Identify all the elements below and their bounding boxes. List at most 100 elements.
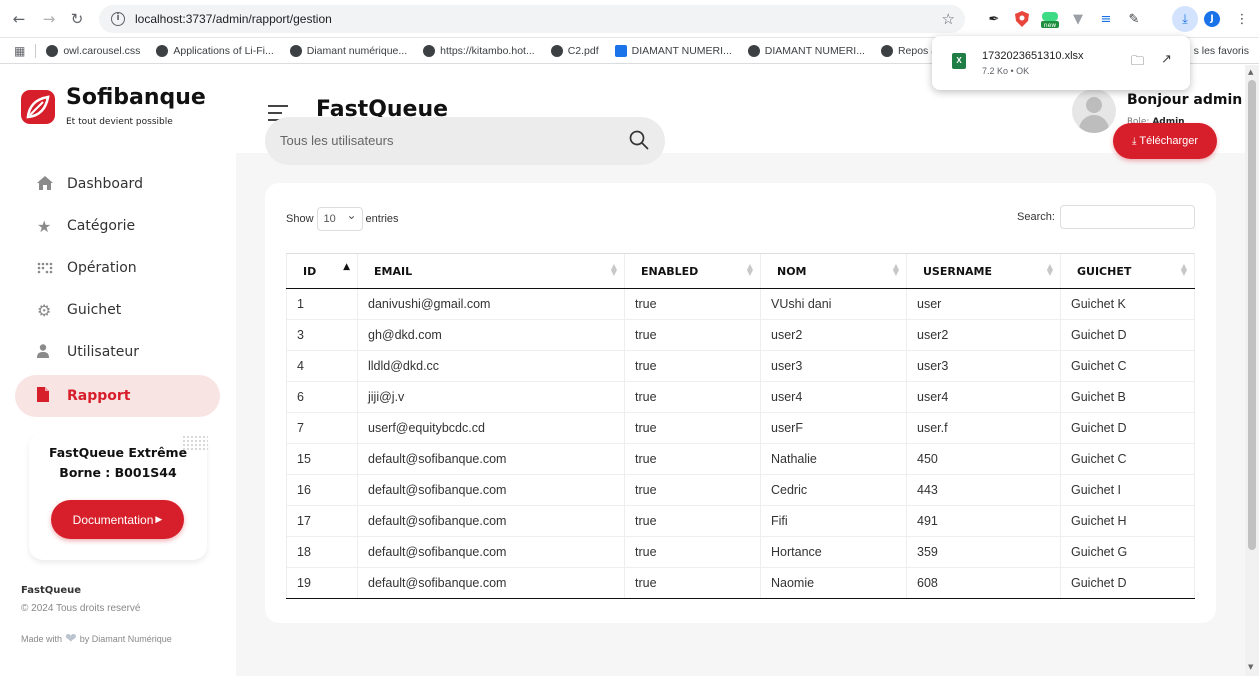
sidebar-item-guichet[interactable]: ⚙ Guichet — [15, 289, 220, 331]
table-cell-email: userf@equitybcdc.cd — [357, 412, 625, 444]
documentation-button[interactable]: Documentation ▶ — [51, 500, 184, 539]
shield-extension-icon[interactable] — [1012, 9, 1032, 29]
sidebar: Sofibanque Et tout devient possible Dash… — [0, 65, 236, 676]
table-cell-guichet: Guichet G — [1060, 536, 1195, 568]
table-row[interactable]: 1 danivushi@gmail.com true VUshi dani user Gu… — [286, 288, 1195, 320]
table-cell-nom: Cedric — [760, 474, 907, 506]
sidebar-item-label: Dashboard — [67, 176, 143, 192]
device-info-card: FastQueue Extrême Borne : B001S44 Docume… — [29, 433, 208, 560]
user-search-input[interactable]: Tous les utilisateurs — [265, 117, 665, 165]
bookmark-label: owl.carousel.css — [63, 44, 141, 57]
sofibanque-logo-icon[interactable] — [21, 90, 55, 124]
column-header-id[interactable]: ID ▲ — [286, 253, 358, 289]
sidebar-item-rapport[interactable]: Rapport — [15, 375, 220, 417]
sidebar-item-label: Catégorie — [67, 218, 136, 234]
address-bar[interactable]: i localhost:3737/admin/rapport/gestion ☆ — [99, 5, 965, 33]
table-cell-guichet: Guichet D — [1060, 567, 1195, 599]
table-cell-guichet: Guichet K — [1060, 288, 1195, 320]
bookmark-item[interactable]: Applications of Li-Fi... — [156, 44, 274, 57]
table-cell-email: gh@dkd.com — [357, 319, 625, 351]
back-icon[interactable]: ← — [6, 6, 32, 32]
grid-dots-icon — [37, 259, 67, 278]
bookmark-item[interactable]: DIAMANT NUMERI... — [747, 44, 865, 57]
column-header-nom[interactable]: NOM ▲ ▼ — [760, 253, 907, 289]
table-cell-enabled: true — [624, 536, 761, 568]
brand-name[interactable]: Sofibanque — [66, 85, 206, 110]
bookmark-item[interactable]: C2.pdf — [550, 44, 599, 57]
sidebar-item-label: Utilisateur — [67, 344, 140, 360]
bookmark-item[interactable]: DIAMANT NUMERI... — [614, 44, 732, 57]
bookmark-item[interactable]: Diamant numérique... — [289, 44, 408, 57]
extensions-puzzle-icon[interactable]: ✎ — [1124, 9, 1144, 29]
folder-icon — [614, 44, 627, 57]
search-icon[interactable] — [627, 128, 651, 152]
forward-icon[interactable]: → — [36, 6, 62, 32]
list-extension-icon[interactable]: ≡ — [1096, 9, 1116, 29]
sidebar-item-categorie[interactable]: ★ Catégorie — [15, 205, 220, 247]
folder-open-icon[interactable]: 🗀 — [1131, 52, 1144, 74]
entries-select[interactable]: 10 — [316, 204, 363, 231]
vue-devtools-icon[interactable]: ▼ — [1068, 9, 1088, 29]
bookmark-star-icon[interactable]: ☆ — [942, 10, 955, 28]
sidebar-item-dashboard[interactable]: Dashboard — [15, 163, 220, 205]
sidebar-item-utilisateur[interactable]: Utilisateur — [15, 331, 220, 373]
column-header-username[interactable]: USERNAME ▲ ▼ — [906, 253, 1061, 289]
entries-length-control: Show 10 entries — [286, 204, 399, 231]
download-filename[interactable]: 1732023651310.xlsx — [982, 50, 1084, 62]
table-cell-guichet: Guichet D — [1060, 319, 1195, 351]
table-cell-nom: user2 — [760, 319, 907, 351]
table-row[interactable]: 18 default@sofibanque.com true Hortance 359 G… — [286, 536, 1195, 568]
table-cell-username: user — [906, 288, 1061, 320]
bookmark-label: Diamant numérique... — [306, 44, 408, 57]
profile-avatar[interactable]: J — [1204, 11, 1220, 27]
bookmark-item[interactable]: owl.carousel.css — [46, 44, 141, 57]
made-with-text: Made with — [21, 633, 63, 644]
footer-copyright: © 2024 Tous droits reservé — [21, 603, 141, 614]
android-new-extension-icon[interactable]: new — [1040, 9, 1060, 29]
download-report-button[interactable]: ⤓ Télécharger — [1113, 123, 1217, 159]
sort-asc-icon: ▲ — [343, 262, 350, 272]
table-search-input[interactable] — [1060, 205, 1195, 229]
search-placeholder: Tous les utilisateurs — [280, 133, 394, 148]
star-icon: ★ — [37, 216, 52, 236]
table-cell-username: user3 — [906, 350, 1061, 382]
table-row[interactable]: 17 default@sofibanque.com true Fifi 491 Guich… — [286, 505, 1195, 537]
downloads-icon[interactable]: ⤓ — [1172, 6, 1198, 32]
bookmark-item[interactable]: https://kitambo.hot... — [423, 44, 535, 57]
table-row[interactable]: 3 gh@dkd.com true user2 user2 Guichet D — [286, 319, 1195, 351]
table-row[interactable]: 16 default@sofibanque.com true Cedric 443 Gui… — [286, 474, 1195, 506]
table-row[interactable]: 19 default@sofibanque.com true Naomie 608 Gui… — [286, 567, 1195, 599]
scroll-thumb[interactable] — [1248, 80, 1256, 550]
scroll-down-icon[interactable]: ▼ — [1248, 663, 1253, 671]
report-table-panel: Show 10 entries Search: ID ▲ EMAIL ▲▼ ENAB… — [265, 183, 1216, 623]
table-cell-email: default@sofibanque.com — [357, 443, 625, 475]
table-cell-guichet: Guichet H — [1060, 505, 1195, 537]
open-external-icon[interactable]: ↗ — [1161, 51, 1172, 67]
browser-menu-icon[interactable]: ⋮ — [1232, 9, 1252, 29]
table-cell-guichet: Guichet I — [1060, 474, 1195, 506]
table-cell-enabled: true — [624, 350, 761, 382]
table-cell-guichet: Guichet C — [1060, 350, 1195, 382]
table-row[interactable]: 6 jiji@j.v true user4 user4 Guichet B — [286, 381, 1195, 413]
gear-icon: ⚙ — [37, 300, 52, 320]
eyedropper-extension-icon[interactable]: ✒ — [984, 9, 1004, 29]
table-row[interactable]: 4 lldld@dkd.cc true user3 user3 Guichet C — [286, 350, 1195, 382]
sidebar-item-operation[interactable]: Opération — [15, 247, 220, 289]
site-info-icon[interactable]: i — [111, 12, 125, 26]
table-cell-enabled: true — [624, 319, 761, 351]
scroll-up-icon[interactable]: ▲ — [1248, 68, 1253, 76]
table-row[interactable]: 7 userf@equitybcdc.cd true userF user.f Guich… — [286, 412, 1195, 444]
column-header-email[interactable]: EMAIL ▲ ▼ — [357, 253, 625, 289]
column-header-enabled[interactable]: ENABLED ▲ ▼ — [624, 253, 761, 289]
apps-grid-icon[interactable]: ▦ — [14, 44, 25, 58]
user-avatar[interactable] — [1072, 89, 1116, 133]
column-header-guichet[interactable]: GUICHET ▲ ▼ — [1060, 253, 1195, 289]
sidebar-item-label: Guichet — [67, 302, 122, 318]
table-row[interactable]: 15 default@sofibanque.com true Nathalie 450 G… — [286, 443, 1195, 475]
reload-icon[interactable]: ↻ — [64, 6, 90, 32]
table-cell-username: 450 — [906, 443, 1061, 475]
page-scrollbar[interactable]: ▲ ▼ — [1245, 65, 1259, 676]
documentation-button-label: Documentation — [72, 512, 154, 527]
sort-icon: ▲ ▼ — [610, 262, 617, 277]
all-bookmarks-link[interactable]: s les favoris — [1194, 45, 1249, 57]
